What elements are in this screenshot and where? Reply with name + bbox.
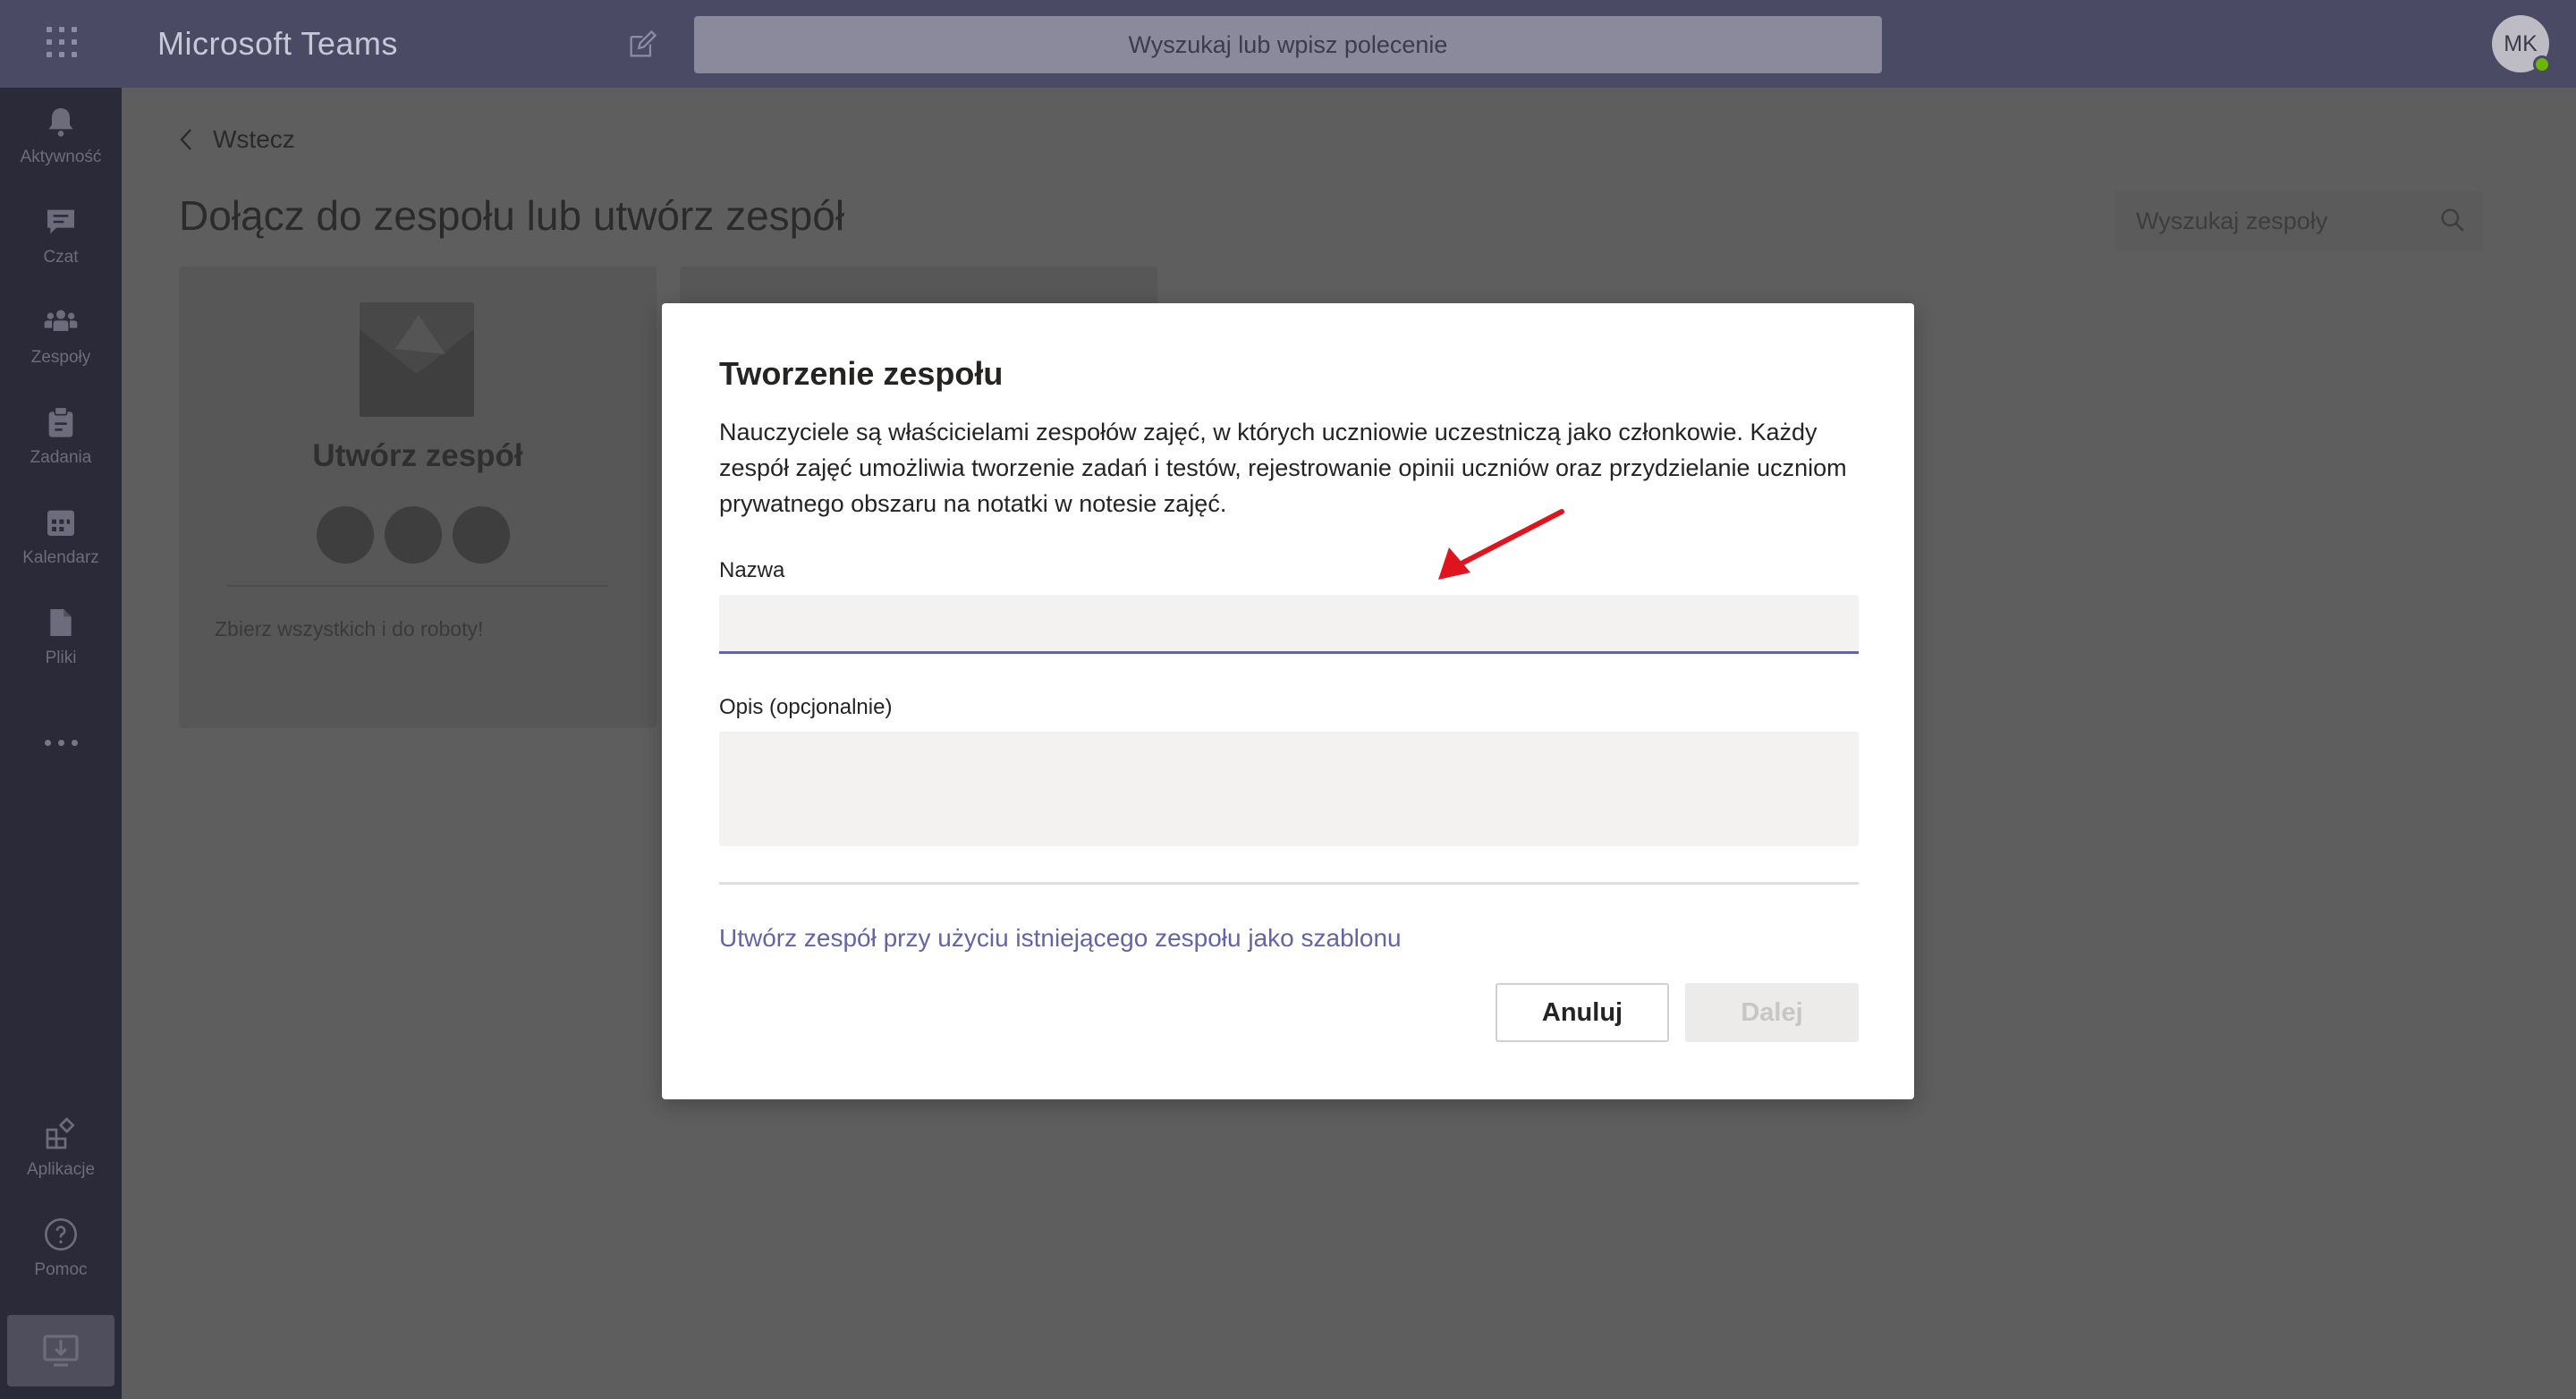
- rail-item-calendar[interactable]: Kalendarz: [0, 504, 122, 594]
- app-launcher-icon[interactable]: [47, 27, 77, 57]
- member-avatars: [317, 506, 510, 564]
- rail-item-label: Aktywność: [20, 148, 102, 166]
- avatar: [453, 506, 510, 564]
- card-title: Utwórz zespół: [312, 438, 523, 473]
- app-title: Microsoft Teams: [157, 25, 398, 62]
- top-bar: Microsoft Teams Wyszukaj lub wpisz polec…: [0, 0, 2576, 88]
- rail-item-label: Aplikacje: [26, 1160, 96, 1179]
- page-title: Dołącz do zespołu lub utwórz zespół: [179, 192, 845, 239]
- back-link[interactable]: Wstecz: [179, 125, 295, 154]
- back-label: Wstecz: [213, 125, 295, 153]
- assignments-icon: [48, 406, 73, 437]
- command-search-box[interactable]: Wyszukaj lub wpisz polecenie: [694, 16, 1882, 73]
- teams-icon: [44, 309, 78, 331]
- divider: [719, 882, 1859, 885]
- search-icon: [2441, 208, 2464, 232]
- avatar: [317, 506, 374, 564]
- files-icon: [50, 609, 72, 636]
- rail-item-label: Zadania: [30, 448, 92, 467]
- dialog-description: Nauczyciele są właścicielami zespołów za…: [719, 419, 1847, 517]
- team-search-placeholder: Wyszukaj zespoły: [2136, 208, 2328, 234]
- rail-item-label: Kalendarz: [22, 548, 99, 567]
- more-apps-icon[interactable]: [41, 733, 80, 751]
- team-description-input[interactable]: [719, 732, 1859, 846]
- app-rail: Aktywność Czat Zespoły Zadania Kalendarz: [0, 88, 122, 1399]
- template-link[interactable]: Utwórz zespół przy użyciu istniejącego z…: [719, 924, 1402, 953]
- avatar: [385, 506, 442, 564]
- presence-status-icon: [2533, 55, 2551, 73]
- rail-item-label: Pliki: [45, 649, 77, 667]
- apps-icon: [46, 1117, 75, 1149]
- rail-item-apps[interactable]: Aplikacje: [0, 1116, 122, 1206]
- team-search-input[interactable]: Wyszukaj zespoły: [2114, 191, 2483, 250]
- avatar-initials: MK: [2504, 30, 2538, 56]
- help-icon: [45, 1218, 77, 1251]
- create-team-card[interactable]: Utwórz zespół Zbierz wszystkich i do rob…: [179, 267, 657, 728]
- next-button[interactable]: Dalej: [1685, 983, 1859, 1042]
- team-image-placeholder: [360, 302, 474, 417]
- rail-item-label: Zespoły: [30, 348, 91, 367]
- download-icon: [43, 1335, 79, 1367]
- create-team-dialog: Tworzenie zespołu Nauczyciele są właścic…: [662, 303, 1914, 1099]
- rail-item-label: Pomoc: [34, 1260, 88, 1279]
- chat-icon: [47, 209, 74, 234]
- name-label: Nazwa: [719, 558, 785, 582]
- description-label: Opis (opcjonalnie): [719, 695, 893, 719]
- rail-item-activity[interactable]: Aktywność: [0, 104, 122, 193]
- rail-item-help[interactable]: Pomoc: [0, 1217, 122, 1306]
- dialog-title: Tworzenie zespołu: [719, 355, 1004, 392]
- calendar-icon: [47, 510, 74, 536]
- annotation-arrow-icon: [1438, 509, 1564, 580]
- cancel-button[interactable]: Anuluj: [1496, 983, 1669, 1042]
- rail-item-teams[interactable]: Zespoły: [0, 304, 122, 394]
- rail-item-label: Czat: [43, 248, 79, 267]
- new-chat-icon[interactable]: [626, 30, 657, 61]
- rail-item-chat[interactable]: Czat: [0, 204, 122, 293]
- card-description: Zbierz wszystkich i do roboty!: [215, 617, 484, 640]
- team-name-input[interactable]: [719, 595, 1859, 654]
- command-search-placeholder: Wyszukaj lub wpisz polecenie: [1128, 30, 1448, 58]
- chevron-left-icon: [180, 129, 191, 150]
- rail-item-assignments[interactable]: Zadania: [0, 404, 122, 494]
- image-icon: [360, 315, 474, 417]
- download-app-button[interactable]: [7, 1315, 114, 1386]
- rail-item-files[interactable]: Pliki: [0, 605, 122, 694]
- bell-icon: [48, 108, 73, 137]
- divider: [227, 585, 608, 587]
